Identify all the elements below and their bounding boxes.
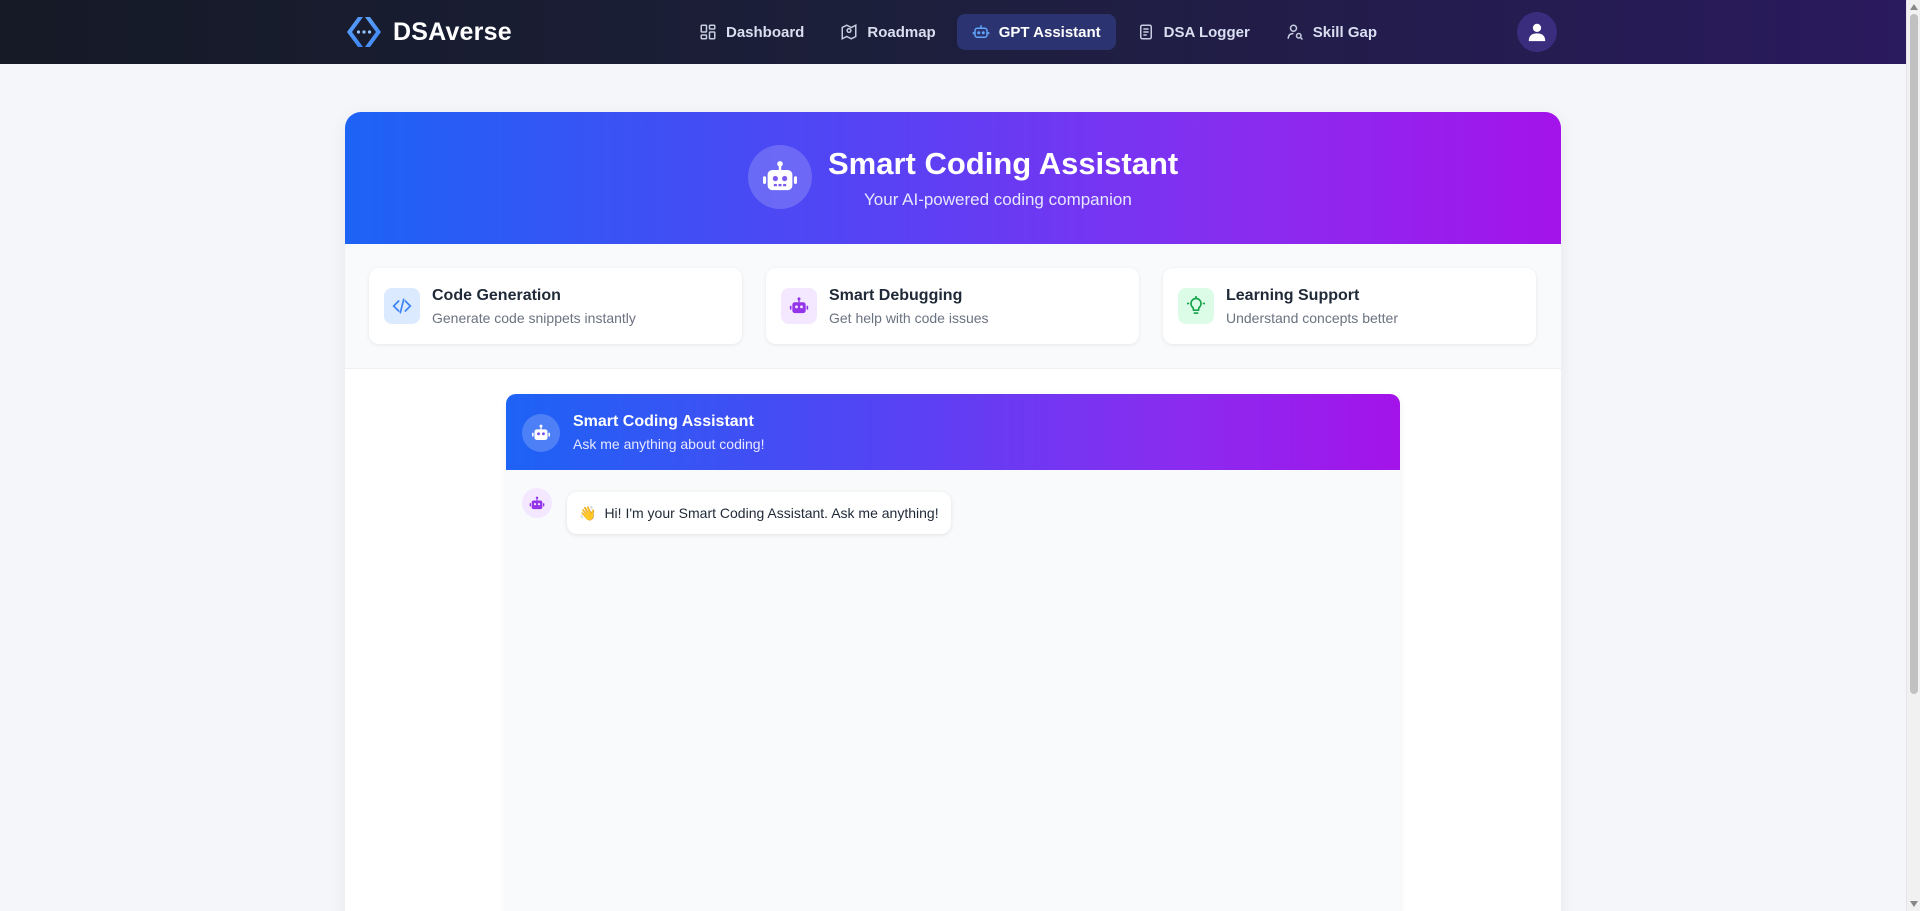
lightbulb-icon bbox=[1178, 288, 1214, 324]
feature-title: Smart Debugging bbox=[829, 286, 963, 304]
assistant-avatar bbox=[522, 488, 552, 518]
feature-card-code-generation: Code Generation Generate code snippets i… bbox=[369, 268, 742, 344]
nav-label: GPT Assistant bbox=[998, 23, 1101, 41]
feature-card-smart-debugging: Smart Debugging Get help with code issue… bbox=[766, 268, 1139, 344]
nav-item-skill-gap[interactable]: Skill Gap bbox=[1271, 14, 1392, 50]
robot-icon bbox=[781, 288, 817, 324]
features-row: Code Generation Generate code snippets i… bbox=[345, 244, 1561, 369]
feature-desc: Generate code snippets instantly bbox=[432, 309, 636, 326]
page-title: Smart Coding Assistant bbox=[828, 146, 1179, 181]
feature-desc: Understand concepts better bbox=[1226, 309, 1398, 326]
chat-title: Smart Coding Assistant bbox=[573, 413, 754, 430]
nav-label: Skill Gap bbox=[1312, 23, 1377, 41]
feature-title: Learning Support bbox=[1226, 286, 1360, 304]
feature-title: Code Generation bbox=[432, 286, 561, 304]
nav-item-dashboard[interactable]: Dashboard bbox=[684, 14, 819, 50]
nav-label: Roadmap bbox=[867, 23, 936, 41]
brand-name: DSAverse bbox=[393, 17, 512, 46]
nav-item-dsa-logger[interactable]: DSA Logger bbox=[1122, 14, 1265, 50]
top-navbar: DSAverse Dashboard Roadmap GPT Assistant bbox=[0, 0, 1906, 64]
user-avatar-button[interactable] bbox=[1517, 12, 1557, 52]
chat-header: Smart Coding Assistant Ask me anything a… bbox=[506, 394, 1400, 470]
nav-item-gpt-assistant[interactable]: GPT Assistant bbox=[956, 14, 1116, 50]
waving-hand-icon: 👋 bbox=[579, 504, 597, 521]
assistant-message: 👋 Hi! I'm your Smart Coding Assistant. A… bbox=[567, 492, 951, 534]
document-icon bbox=[1139, 24, 1152, 40]
grid-icon bbox=[700, 24, 716, 40]
feature-desc: Get help with code issues bbox=[829, 309, 989, 326]
hero-banner: Smart Coding Assistant Your AI-powered c… bbox=[345, 112, 1561, 244]
hero-robot-icon-badge bbox=[748, 145, 812, 209]
nav-label: DSA Logger bbox=[1163, 23, 1250, 41]
nav-label: Dashboard bbox=[726, 23, 805, 41]
page-subtitle: Your AI-powered coding companion bbox=[864, 190, 1132, 209]
scroll-down-arrow-icon[interactable] bbox=[1910, 901, 1918, 907]
scrollbar-thumb[interactable] bbox=[1910, 14, 1918, 694]
robot-icon bbox=[522, 414, 560, 452]
scroll-up-arrow-icon[interactable] bbox=[1910, 4, 1918, 10]
robot-icon bbox=[972, 25, 989, 38]
brand[interactable]: DSAverse bbox=[345, 14, 512, 50]
feature-card-learning-support: Learning Support Understand concepts bet… bbox=[1163, 268, 1536, 344]
code-brackets-icon bbox=[347, 17, 381, 47]
nav-item-roadmap[interactable]: Roadmap bbox=[825, 14, 950, 50]
user-search-icon bbox=[1287, 24, 1303, 41]
robot-icon bbox=[763, 161, 797, 191]
assistant-page-card: Smart Coding Assistant Your AI-powered c… bbox=[345, 112, 1561, 911]
main-nav: Dashboard Roadmap GPT Assistant DSA Logg… bbox=[684, 14, 1392, 50]
code-icon bbox=[384, 288, 420, 324]
chat-subtitle: Ask me anything about coding! bbox=[573, 436, 765, 452]
user-icon bbox=[1528, 23, 1546, 42]
map-pin-icon bbox=[841, 24, 857, 40]
chat-panel: Smart Coding Assistant Ask me anything a… bbox=[506, 394, 1400, 911]
robot-icon bbox=[529, 496, 545, 509]
message-text: Hi! I'm your Smart Coding Assistant. Ask… bbox=[604, 505, 939, 521]
page-scrollbar[interactable] bbox=[1906, 0, 1920, 911]
